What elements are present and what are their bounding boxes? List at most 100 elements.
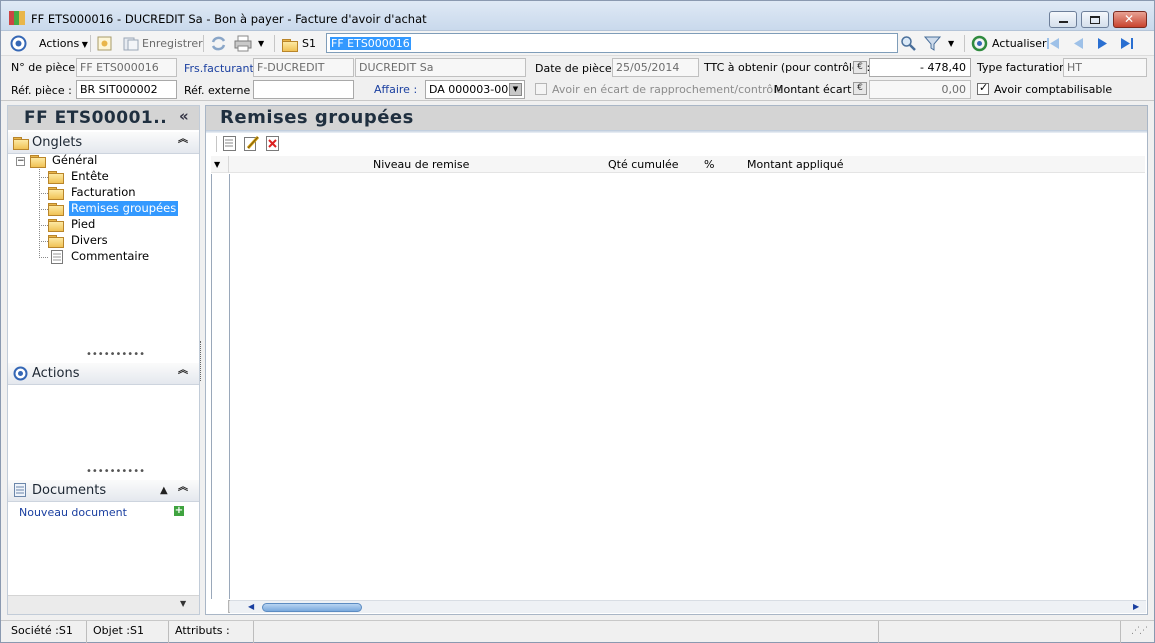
grid-toolbar xyxy=(206,133,1147,155)
affaire-field[interactable]: DA 000003-001 ▼ xyxy=(425,80,525,99)
new-line-icon[interactable] xyxy=(223,136,236,151)
first-record-icon[interactable] xyxy=(1046,36,1061,51)
ref-externe-field[interactable] xyxy=(253,80,354,99)
montant-ecart-field[interactable]: 0,00 xyxy=(869,80,971,99)
document-short-title: FF ETS00001.. xyxy=(24,108,168,128)
delete-line-icon[interactable] xyxy=(266,136,279,151)
status-objet: Objet :S1 xyxy=(89,621,169,643)
date-field[interactable]: 25/05/2014 xyxy=(612,58,699,77)
scroll-right-icon[interactable]: ▶ xyxy=(1133,602,1139,611)
affaire-dropdown-icon[interactable]: ▼ xyxy=(509,83,522,96)
type-facturation-field[interactable]: HT xyxy=(1063,58,1147,77)
tree-collapse-icon[interactable]: − xyxy=(16,157,25,166)
refresh-icon xyxy=(971,35,988,52)
ref-externe-label: Réf. externe : xyxy=(184,84,258,97)
window-title: FF ETS000016 - DUCREDIT Sa - Bon à payer… xyxy=(31,12,427,26)
collapse-chevron-icon[interactable]: ︽ xyxy=(178,483,188,493)
sync-icon[interactable] xyxy=(210,35,227,52)
actions-panel-header[interactable]: Actions ︽ xyxy=(8,363,199,385)
last-record-icon[interactable] xyxy=(1119,36,1134,51)
resize-grip-icon[interactable]: ⋰⋰ xyxy=(1131,626,1148,636)
collapse-chevron-icon[interactable]: ︽ xyxy=(178,366,188,376)
tree-item-remises-groupees[interactable]: Remises groupées xyxy=(69,201,179,216)
s1-button[interactable]: S1 xyxy=(302,35,316,52)
ecart-checkbox[interactable] xyxy=(535,83,547,95)
collapse-up-icon[interactable]: ▲ xyxy=(160,486,168,496)
remises-grid[interactable] xyxy=(211,174,1145,599)
collapse-pane-icon[interactable]: « xyxy=(179,107,189,125)
onglets-title: Onglets xyxy=(32,135,83,150)
open-folder-icon xyxy=(48,203,64,216)
refresh-button[interactable]: Actualiser xyxy=(992,35,1047,52)
collapse-chevron-icon[interactable]: ︽ xyxy=(178,135,188,145)
column-header-percent[interactable]: % xyxy=(704,158,714,171)
actions-menu[interactable]: Actions ▼ xyxy=(39,35,88,52)
piece-no-field[interactable]: FF ETS000016 xyxy=(76,58,177,77)
left-pane-title: FF ETS00001.. « xyxy=(8,106,199,130)
folder-icon xyxy=(48,219,64,232)
add-document-icon[interactable]: + xyxy=(174,506,184,516)
tree-item-pied[interactable]: Pied xyxy=(69,217,97,232)
tree-item-divers[interactable]: Divers xyxy=(69,233,110,248)
folder-icon xyxy=(13,137,29,150)
tree-item-commentaire[interactable]: Commentaire xyxy=(69,249,151,264)
actions-panel-title: Actions xyxy=(32,366,80,381)
folder-icon xyxy=(282,39,298,52)
ecart-checkbox-label: Avoir en écart de rapprochement/contrôle xyxy=(552,83,783,96)
actions-circle-icon xyxy=(10,35,27,52)
ref-piece-field[interactable]: BR SIT000002 xyxy=(76,80,177,99)
previous-record-icon[interactable] xyxy=(1071,36,1086,51)
horizontal-scrollbar[interactable]: ◀ ▶ xyxy=(230,600,1146,613)
new-icon[interactable] xyxy=(97,36,112,51)
actions-menu-label: Actions xyxy=(39,37,80,50)
euro-icon: € xyxy=(853,61,867,74)
search-input[interactable]: FF ETS000016 xyxy=(326,33,898,53)
application-window: FF ETS000016 - DUCREDIT Sa - Bon à payer… xyxy=(0,0,1155,643)
document-header-form: N° de pièce : FF ETS000016 Frs.facturant… xyxy=(1,56,1154,101)
scroll-left-icon[interactable]: ◀ xyxy=(248,602,254,611)
new-document-link[interactable]: Nouveau document xyxy=(19,506,127,519)
affaire-link[interactable]: Affaire : xyxy=(374,83,417,96)
document-icon xyxy=(14,483,26,497)
comptabilisable-checkbox[interactable]: ✓ xyxy=(977,81,989,95)
documents-panel-header[interactable]: Documents ▲ ︽ xyxy=(8,480,199,502)
euro-icon: € xyxy=(853,82,867,95)
status-attributs: Attributs : xyxy=(171,621,254,643)
column-header-montant[interactable]: Montant appliqué xyxy=(747,158,844,171)
supplier-link[interactable]: Frs.facturant : xyxy=(184,62,261,75)
print-dropdown-chevron-icon[interactable]: ▼ xyxy=(258,35,264,52)
column-header-qte[interactable]: Qté cumulée xyxy=(608,158,679,171)
left-pane-footer: ▼ xyxy=(8,595,199,614)
filter-dropdown-chevron-icon[interactable]: ▼ xyxy=(948,35,954,52)
status-field-empty xyxy=(256,621,879,643)
save-button[interactable]: Enregistrer xyxy=(142,35,203,52)
close-icon: ✕ xyxy=(1124,12,1135,26)
tree-item-general[interactable]: Général xyxy=(50,153,99,168)
next-record-icon[interactable] xyxy=(1095,36,1110,51)
section-title: Remises groupées xyxy=(220,107,414,128)
edit-line-icon[interactable] xyxy=(244,135,260,151)
type-facturation-label: Type facturation : xyxy=(977,61,1074,74)
onglets-panel-header[interactable]: Onglets ︽ xyxy=(8,132,199,154)
print-icon[interactable] xyxy=(234,35,252,52)
scrollbar-thumb[interactable] xyxy=(262,603,362,612)
column-chooser-icon[interactable]: ▼ xyxy=(214,160,220,169)
vertical-splitter[interactable] xyxy=(200,341,203,381)
maximize-button[interactable] xyxy=(1081,11,1109,28)
ttc-field[interactable]: - 478,40 xyxy=(869,58,971,77)
scroll-down-icon[interactable]: ▼ xyxy=(180,599,186,608)
supplier-code-field[interactable]: F-DUCREDIT xyxy=(253,58,354,77)
piece-no-label: N° de pièce : xyxy=(11,61,83,74)
filter-icon[interactable] xyxy=(924,35,941,52)
main-toolbar: Actions ▼ Enregistrer ▼ S1 FF ETS000016 xyxy=(1,31,1154,56)
splitter-grip[interactable]: •••••••••• xyxy=(86,467,145,477)
column-header-niveau[interactable]: Niveau de remise xyxy=(373,158,469,171)
checkmark-icon: ✓ xyxy=(979,81,989,94)
search-icon[interactable] xyxy=(900,35,917,52)
splitter-grip[interactable]: •••••••••• xyxy=(86,350,145,360)
close-button[interactable]: ✕ xyxy=(1113,11,1147,28)
document-icon xyxy=(51,250,63,264)
minimize-button[interactable] xyxy=(1049,11,1077,28)
tree-item-facturation[interactable]: Facturation xyxy=(69,185,138,200)
tree-item-entete[interactable]: Entête xyxy=(69,169,111,184)
